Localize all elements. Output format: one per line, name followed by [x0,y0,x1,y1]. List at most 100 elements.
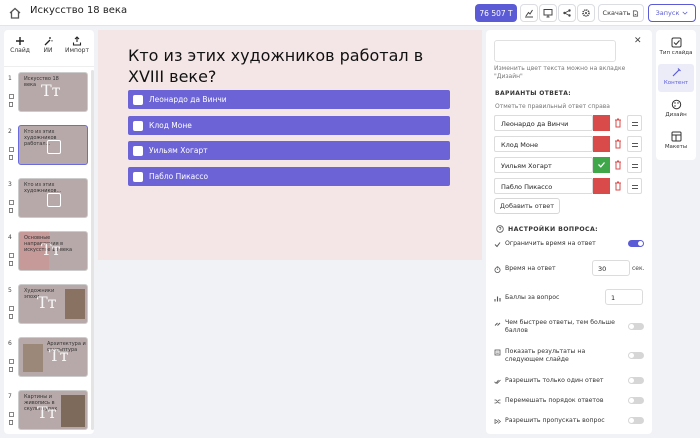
tab-design[interactable]: Дизайн [658,96,694,124]
drag-handle[interactable] [627,115,642,131]
shuffle-label: Перемешать порядок ответов [505,397,604,404]
drag-handle[interactable] [627,157,642,173]
tab-content[interactable]: Контент [658,64,694,92]
text-color-field[interactable] [494,40,616,62]
trash-icon[interactable] [614,160,622,170]
copy-icon[interactable] [8,93,14,99]
slide-number: 7 [8,393,12,400]
copy-icon[interactable] [8,252,14,258]
answer-input[interactable]: Леонардо да Винчи [494,115,593,131]
trash-icon[interactable] [8,366,14,372]
slide-item[interactable]: 2 Кто из этих художников работал... [4,124,90,172]
slide-item[interactable]: 1 Искусство 18 века Tт [4,71,90,119]
slide-item[interactable]: 6 Архитектура и скульптура Tт [4,336,90,384]
trash-icon[interactable] [8,419,14,425]
tab-layouts-label: Макеты [664,144,688,150]
slide-number: 5 [8,287,12,294]
import-button[interactable]: Импорт [64,36,90,54]
show-results-toggle[interactable] [628,352,644,359]
settings-button[interactable] [577,4,595,22]
allow-skip-toggle[interactable] [628,417,644,424]
slide-item[interactable]: 4 Основные направления в искусстве 18 ве… [4,230,90,278]
share-icon [563,9,571,17]
copy-icon[interactable] [8,411,14,417]
mark-correct-toggle[interactable] [593,178,610,194]
mark-correct-toggle-active[interactable] [593,157,610,173]
copy-icon[interactable] [8,199,14,205]
ai-button[interactable]: ИИ [35,36,61,54]
answer-option[interactable]: Клод Моне [128,116,450,135]
copy-icon[interactable] [8,146,14,152]
drag-handle[interactable] [627,178,642,194]
slide-thumbnail[interactable]: Художники эпохи Tт [18,284,88,324]
trash-icon[interactable] [8,154,14,160]
copy-icon[interactable] [8,305,14,311]
trash-icon[interactable] [614,181,622,191]
share-button[interactable] [558,4,576,22]
preview-button[interactable] [539,4,557,22]
launch-button[interactable]: Запуск [648,4,696,22]
answer-option[interactable]: Уильям Хогарт [128,141,450,160]
slide-thumbnail[interactable]: Картины и живопись в скульптурах Tт [18,390,88,430]
palette-icon [671,99,681,110]
option-checkbox[interactable] [133,171,143,182]
option-checkbox[interactable] [133,145,143,156]
answer-input[interactable]: Уильям Хогарт [494,157,593,173]
download-button[interactable]: Скачать [598,4,644,22]
option-checkbox[interactable] [133,94,143,105]
answer-input[interactable]: Клод Моне [494,136,593,152]
add-slide-button[interactable]: Слайд [7,36,33,54]
answer-row: Уильям Хогарт [494,157,642,173]
question-text[interactable]: Кто из этих художников работал в XVIII в… [128,46,448,88]
slide-thumbnail-selected[interactable]: Кто из этих художников работал... [18,125,88,165]
answer-row: Пабло Пикассо [494,178,642,194]
slide-canvas[interactable]: Кто из этих художников работал в XVIII в… [98,30,482,260]
trash-icon[interactable] [8,313,14,319]
mark-correct-toggle[interactable] [593,115,610,131]
slide-thumbnail[interactable]: Основные направления в искусстве 18 века… [18,231,88,271]
presentation-title[interactable]: Искусство 18 века [30,5,127,16]
checkbox-placeholder-icon [47,193,61,207]
option-checkbox[interactable] [133,120,143,131]
slide-item[interactable]: 3 Кто из этих художников... [4,177,90,225]
gear-icon [582,9,590,17]
slide-thumbnail[interactable]: Искусство 18 века Tт [18,72,88,112]
slide-number: 2 [8,128,12,135]
copy-icon[interactable] [8,358,14,364]
trash-icon[interactable] [8,101,14,107]
answers-section-title: ВАРИАНТЫ ОТВЕТА: [495,90,572,97]
answer-option[interactable]: Леонардо да Винчи [128,90,450,109]
answer-input[interactable]: Пабло Пикассо [494,178,593,194]
slide-item[interactable]: 7 Картины и живопись в скульптурах Tт [4,389,90,437]
single-answer-toggle[interactable] [628,377,644,384]
trash-icon[interactable] [8,260,14,266]
option-label: Леонардо да Винчи [149,95,227,104]
credits-button[interactable]: 76 507 Т [475,4,517,22]
slide-thumbnail[interactable]: Кто из этих художников... [18,178,88,218]
slide-item[interactable]: 5 Художники эпохи Tт [4,283,90,331]
points-input[interactable]: 1 [605,289,643,305]
trash-icon[interactable] [614,139,622,149]
speed-bonus-toggle[interactable] [628,323,644,330]
painting-image [61,395,85,427]
home-icon[interactable] [8,6,22,20]
slide-thumbnail[interactable]: Архитектура и скульптура Tт [18,337,88,377]
trash-icon[interactable] [614,118,622,128]
mark-correct-toggle[interactable] [593,136,610,152]
close-icon[interactable]: ✕ [634,36,642,46]
text-placeholder-icon: Tт [37,403,57,422]
add-answer-button[interactable]: Добавить ответ [494,198,560,214]
limit-time-toggle[interactable] [628,240,644,247]
slide-list: 1 Искусство 18 века Tт 2 Кто из этих худ… [4,66,94,432]
slide-number: 3 [8,181,12,188]
launch-label: Запуск [655,9,680,17]
trash-icon[interactable] [8,207,14,213]
chart-button[interactable] [520,4,538,22]
shuffle-toggle[interactable] [628,397,644,404]
answer-time-input[interactable]: 30 [592,260,630,276]
tab-layouts[interactable]: Макеты [658,128,694,156]
slide-list-scrollbar[interactable] [91,70,94,430]
drag-handle[interactable] [627,136,642,152]
answer-option[interactable]: Пабло Пикассо [128,167,450,186]
tab-slide-type[interactable]: Тип слайда [658,34,694,62]
